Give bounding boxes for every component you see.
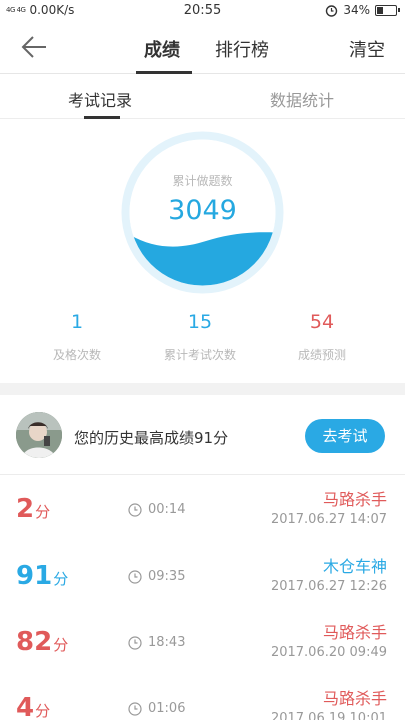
stat-label: 累计考试次数	[163, 348, 236, 362]
back-arrow-icon	[21, 36, 46, 58]
record-title: 木仓车神	[322, 557, 387, 576]
active-tab-indicator	[136, 71, 192, 74]
record-score: 91分	[16, 561, 68, 591]
record-duration-value: 00:14	[148, 502, 186, 517]
record-score-unit: 分	[53, 636, 69, 654]
active-subtab-indicator	[84, 116, 120, 119]
record-score-value: 91	[16, 561, 53, 591]
gauge-value: 3049	[168, 195, 237, 226]
record-row[interactable]: 91分 09:35 木仓车神 2017.06.27 12:26	[0, 545, 405, 611]
avatar-photo	[16, 412, 62, 458]
stat-exam-count: 15 累计考试次数	[140, 311, 260, 363]
best-score-text: 您的历史最高成绩91分	[74, 429, 229, 447]
clear-button[interactable]: 清空	[349, 36, 385, 62]
record-date: 2017.06.27 14:07	[270, 512, 387, 527]
stat-score-prediction: 54 成绩预测	[262, 311, 382, 363]
record-duration: 01:06	[128, 701, 185, 716]
tab-data-stats[interactable]: 数据统计	[270, 87, 334, 111]
take-exam-button[interactable]: 去考试	[305, 419, 385, 453]
record-date: 2017.06.19 10:01	[270, 711, 387, 720]
record-row[interactable]: 4分 01:06 马路杀手 2017.06.19 10:01	[0, 677, 405, 720]
record-title: 马路杀手	[322, 689, 387, 708]
sub-tabs: 考试记录 数据统计	[0, 75, 405, 119]
battery-level	[377, 6, 383, 14]
record-title: 马路杀手	[322, 623, 387, 642]
record-row[interactable]: 2分 00:14 马路杀手 2017.06.27 14:07	[0, 478, 405, 544]
tab-score[interactable]: 成绩	[144, 36, 180, 62]
tab-exam-records[interactable]: 考试记录	[68, 87, 132, 111]
record-duration-value: 01:06	[148, 701, 186, 716]
status-bar: 4G 4G 0.00K/s 20:55 34%	[0, 0, 405, 22]
stat-value: 1	[70, 311, 84, 333]
clock-icon	[128, 635, 142, 650]
record-score-value: 2	[16, 494, 35, 524]
battery-icon	[375, 4, 400, 16]
top-nav: 成绩 排行榜 清空	[0, 22, 405, 74]
record-score: 2分	[16, 494, 50, 524]
record-score: 82分	[16, 627, 68, 657]
record-score: 4分	[16, 693, 50, 720]
stat-pass-count: 1 及格次数	[17, 311, 137, 363]
best-score-row: 您的历史最高成绩91分 去考试	[0, 395, 405, 475]
stat-value: 54	[309, 311, 335, 333]
record-score-unit: 分	[53, 570, 69, 588]
record-date: 2017.06.20 09:49	[270, 645, 387, 660]
record-title: 马路杀手	[322, 490, 387, 509]
clock-icon	[128, 569, 142, 584]
record-duration: 00:14	[128, 502, 185, 517]
clock-icon	[128, 502, 142, 517]
clock-icon	[128, 701, 142, 716]
stat-label: 及格次数	[52, 348, 101, 362]
record-row[interactable]: 82分 18:43 马路杀手 2017.06.20 09:49	[0, 611, 405, 677]
record-score-value: 4	[16, 693, 35, 720]
battery-percent: 34%	[343, 3, 370, 17]
record-date: 2017.06.27 12:26	[270, 579, 387, 594]
record-duration: 09:35	[128, 569, 185, 584]
stat-value: 15	[187, 311, 213, 333]
stat-label: 成绩预测	[297, 348, 346, 362]
record-score-value: 82	[16, 627, 53, 657]
record-duration-value: 18:43	[148, 635, 186, 650]
avatar[interactable]	[16, 412, 62, 458]
gauge-label: 累计做题数	[172, 174, 233, 188]
record-score-unit: 分	[35, 702, 51, 720]
back-button[interactable]	[20, 34, 50, 60]
record-score-unit: 分	[35, 503, 51, 521]
record-duration-value: 09:35	[148, 569, 186, 584]
status-right: 34%	[325, 3, 400, 17]
tab-ranking[interactable]: 排行榜	[215, 36, 269, 62]
section-divider	[0, 383, 405, 395]
record-duration: 18:43	[128, 635, 185, 650]
alarm-icon	[326, 4, 338, 17]
